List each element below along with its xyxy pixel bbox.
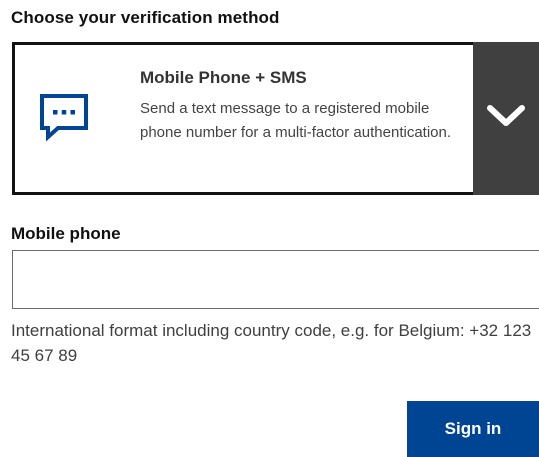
method-name: Mobile Phone + SMS	[140, 68, 307, 87]
sign-in-button[interactable]: Sign in	[407, 401, 539, 457]
chevron-down-icon	[486, 104, 526, 133]
phone-format-help-text: International format including country c…	[11, 321, 532, 365]
mobile-phone-input[interactable]	[12, 250, 539, 309]
verification-page: Choose your verification method Mobile P…	[0, 0, 539, 457]
method-description: Send a text message to a registered mobi…	[140, 100, 452, 141]
verification-method-heading: Choose your verification method	[11, 8, 280, 27]
mobile-phone-label: Mobile phone	[11, 224, 121, 243]
verification-method-select[interactable]: Mobile Phone + SMS Send a text message t…	[12, 42, 539, 195]
dropdown-toggle-button[interactable]	[473, 42, 539, 195]
sms-chat-icon	[36, 89, 92, 145]
